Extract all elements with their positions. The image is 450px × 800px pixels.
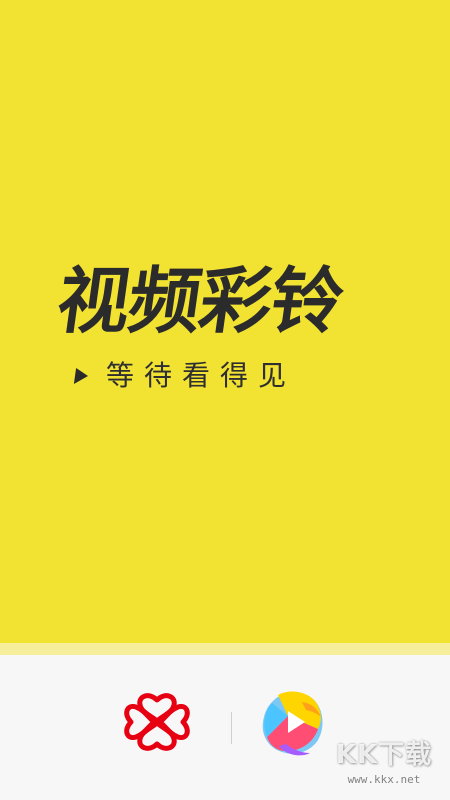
video-ringtone-app-logo-icon bbox=[262, 691, 323, 756]
watermark-brand: KK下载 bbox=[335, 740, 433, 770]
app-title: 视频彩铃 bbox=[52, 259, 348, 343]
watermark-url: www.kkx.net bbox=[347, 773, 421, 786]
play-icon bbox=[68, 365, 93, 387]
logo-divider bbox=[231, 712, 232, 744]
site-watermark: KK下载 www.kkx.net bbox=[324, 738, 444, 794]
slogan-row: 等待看得见 bbox=[70, 356, 390, 396]
china-unicom-logo-icon bbox=[124, 693, 190, 751]
splash-screen: 视频彩铃 等待看得见 KK下载 www.kkx.net bbox=[0, 0, 450, 800]
hero-bottom-fade bbox=[0, 643, 450, 655]
slogan-text: 等待看得见 bbox=[106, 359, 297, 392]
splash-hero: 视频彩铃 等待看得见 bbox=[0, 0, 450, 643]
